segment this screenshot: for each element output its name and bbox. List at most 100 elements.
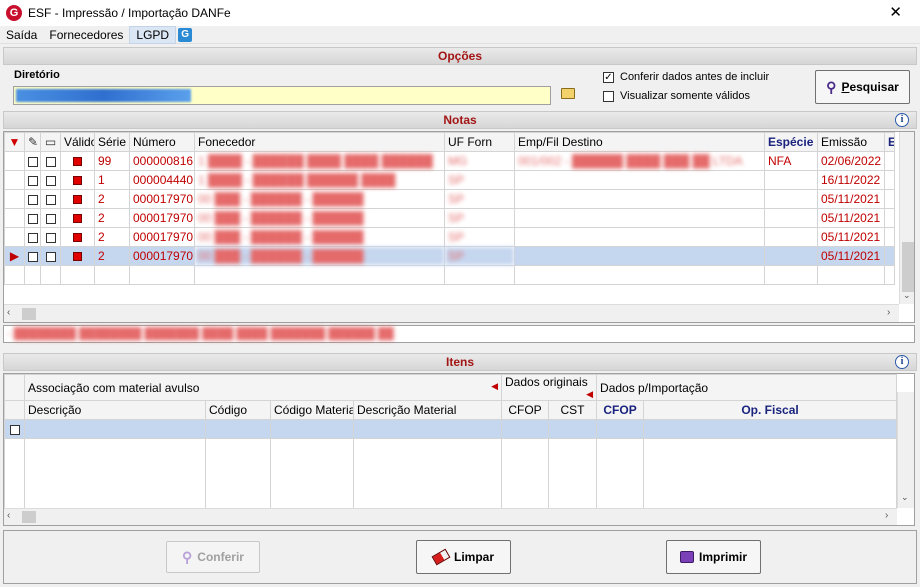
lgpd-g-icon[interactable]: G <box>178 27 193 42</box>
row-checkbox-b[interactable] <box>40 170 61 190</box>
menu-saida[interactable]: Saída <box>0 26 43 44</box>
col-descricao-material[interactable]: Descrição Material <box>352 400 503 420</box>
cell-e <box>884 189 895 209</box>
folder-icon[interactable] <box>561 88 575 99</box>
cell-uf: SP <box>444 170 515 190</box>
notas-vscroll-thumb[interactable] <box>902 242 914 292</box>
notas-vertical-scrollbar[interactable]: ⌄ <box>899 132 914 304</box>
col-destino[interactable]: Emp/Fil Destino <box>514 132 765 152</box>
col-uf-forn[interactable]: UF Forn <box>444 132 515 152</box>
table-row[interactable]: 2 000017970 00 ███ - ██████ - ██████ SP … <box>4 227 895 247</box>
conferir-checkbox[interactable]: ✓ <box>603 72 614 83</box>
row-checkbox-b[interactable] <box>40 227 61 247</box>
table-row[interactable]: 1 000004440 1 ████ - ██████ ██████ ████ … <box>4 170 895 190</box>
notas-grid[interactable]: ▼ ✎ ▭ Válido Série Número Fonecedor UF F… <box>3 131 915 323</box>
col-cfop-orig[interactable]: CFOP <box>501 400 550 420</box>
cell-fornecedor: 1 ████ - ██████ ██████ ████ <box>194 170 445 190</box>
conferir-label: Conferir <box>197 550 244 564</box>
row-checkbox-b[interactable] <box>40 151 61 171</box>
conferir-button[interactable]: ⚲ Conferir <box>166 541 260 573</box>
table-row[interactable]: 2 000017970 00 ███ - ██████ - ██████ SP … <box>4 189 895 209</box>
row-checkbox-a[interactable] <box>24 170 41 190</box>
cell-serie: 2 <box>94 227 130 247</box>
col-cst[interactable]: CST <box>548 400 598 420</box>
row-checkbox-a[interactable] <box>24 246 41 266</box>
close-icon[interactable]: ✕ <box>889 3 902 21</box>
cell-emissao: 02/06/2022 <box>817 151 885 171</box>
table-row[interactable]: 99 000000816 1 ████ - ██████ ████ ████ █… <box>4 151 895 171</box>
cell-uf: MG <box>444 151 515 171</box>
row-checkbox-a[interactable] <box>24 227 41 247</box>
row-checkbox-a[interactable] <box>24 189 41 209</box>
valido-flag-icon <box>60 170 95 190</box>
col-fornecedor[interactable]: Fonecedor <box>194 132 445 152</box>
itens-hscroll-thumb[interactable] <box>22 511 36 523</box>
row-checkbox-a[interactable] <box>24 208 41 228</box>
col-especie[interactable]: Espécie <box>764 132 818 152</box>
col-op-fiscal[interactable]: Op. Fiscal <box>643 400 898 420</box>
opcoes-header: Opções <box>3 47 917 65</box>
cell-numero: 000017970 <box>129 208 195 228</box>
notas-info-icon[interactable]: i <box>895 113 909 127</box>
row-checkbox-b[interactable] <box>40 208 61 228</box>
cell-emissao: 05/11/2021 <box>817 208 885 228</box>
cell-e <box>884 246 895 266</box>
scroll-right-icon[interactable]: › <box>887 307 890 318</box>
scroll-left-icon[interactable]: ‹ <box>7 307 10 318</box>
diretorio-input[interactable] <box>13 86 551 105</box>
cell-serie: 2 <box>94 208 130 228</box>
valido-flag-icon <box>60 246 95 266</box>
group-dados-originais: Dados originais ◀ <box>501 374 598 401</box>
col-codigo-material[interactable]: Código Material <box>270 400 354 420</box>
itens-header-row: Descrição Código Código Material Descriç… <box>4 400 898 420</box>
scroll-right-icon[interactable]: › <box>885 510 888 521</box>
itens-vertical-scrollbar[interactable]: ⌄ <box>897 392 914 508</box>
sort-desc-icon[interactable]: ▼ <box>4 132 25 152</box>
col-numero[interactable]: Número <box>129 132 195 152</box>
itens-table-row-selected[interactable] <box>4 419 898 439</box>
cell-uf: SP <box>444 246 515 266</box>
itens-info-icon[interactable]: i <box>895 355 909 369</box>
cell-fornecedor: 00 ███ - ██████ - ██████ <box>194 227 445 247</box>
row-checkbox-b[interactable] <box>40 246 61 266</box>
col-descricao[interactable]: Descrição <box>24 400 206 420</box>
group-associacao: Associação com material avulso ◀ <box>23 374 503 401</box>
cell-uf: SP <box>444 227 515 247</box>
row-checkbox[interactable] <box>4 419 25 439</box>
col-cfop-imp[interactable]: CFOP <box>596 400 645 420</box>
scroll-down-icon[interactable]: ⌄ <box>901 492 909 503</box>
notas-header-row: ▼ ✎ ▭ Válido Série Número Fonecedor UF F… <box>4 132 895 152</box>
cell-especie <box>764 208 818 228</box>
cell-e <box>884 208 895 228</box>
row-checkbox-b[interactable] <box>40 189 61 209</box>
table-row[interactable]: 2 000017970 00 ███ - ██████ - ██████ SP … <box>4 208 895 228</box>
cell-serie: 2 <box>94 246 130 266</box>
itens-horizontal-scrollbar[interactable]: ‹ › <box>4 508 897 525</box>
menu-lgpd[interactable]: LGPD <box>129 25 177 44</box>
notas-hscroll-thumb[interactable] <box>22 308 36 320</box>
row-checkbox-a[interactable] <box>24 151 41 171</box>
imprimir-button[interactable]: Imprimir <box>666 540 761 574</box>
diretorio-redacted-value <box>16 89 191 102</box>
cell-especie <box>764 227 818 247</box>
scroll-left-icon[interactable]: ‹ <box>7 510 10 521</box>
col-emissao[interactable]: Emissão <box>817 132 885 152</box>
itens-grid[interactable]: Associação com material avulso ◀ Dados or… <box>3 373 915 526</box>
scroll-down-icon[interactable]: ⌄ <box>903 290 911 301</box>
table-row-selected[interactable]: ▶ 2 000017970 00 ███ - ██████ - ██████ S… <box>4 246 895 266</box>
col-e[interactable]: E <box>884 132 895 152</box>
menu-bar: Saída Fornecedores LGPD G <box>0 25 920 44</box>
cell-especie <box>764 246 818 266</box>
col-valido[interactable]: Válido <box>60 132 95 152</box>
pesquisar-button[interactable]: ⚲ Pesquisar <box>815 70 910 104</box>
visualizar-checkbox[interactable] <box>603 91 614 102</box>
cell-destino <box>514 246 765 266</box>
limpar-button[interactable]: Limpar <box>416 540 511 574</box>
cell-emissao: 05/11/2021 <box>817 246 885 266</box>
cell-fornecedor: 00 ███ - ██████ - ██████ <box>194 208 445 228</box>
menu-fornecedores[interactable]: Fornecedores <box>43 26 129 44</box>
notas-horizontal-scrollbar[interactable]: ‹ › <box>4 304 899 322</box>
col-codigo[interactable]: Código <box>205 400 271 420</box>
col-serie[interactable]: Série <box>94 132 130 152</box>
itens-header: Itens <box>3 353 917 371</box>
